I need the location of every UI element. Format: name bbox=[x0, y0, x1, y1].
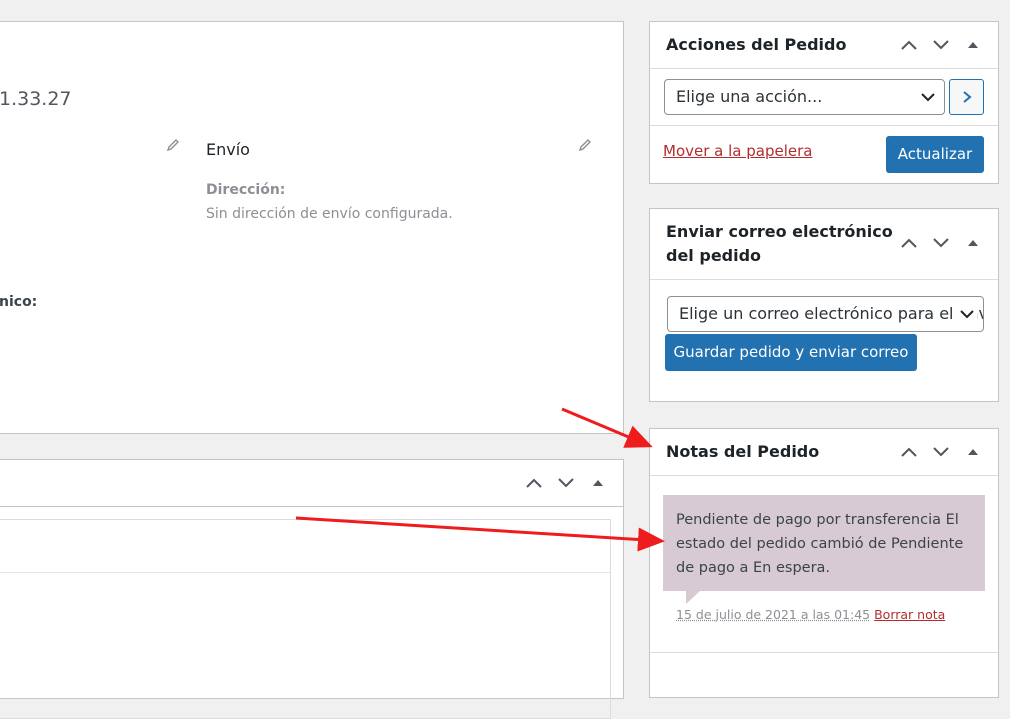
order-number: 1.33.27 bbox=[0, 88, 72, 110]
order-notes-title: Notas del Pedido bbox=[666, 442, 820, 461]
apply-action-button[interactable] bbox=[949, 79, 984, 115]
update-order-button[interactable]: Actualizar bbox=[886, 136, 984, 173]
email-order-header: Enviar correo electrónico del pedido bbox=[650, 209, 998, 280]
move-up-icon[interactable] bbox=[896, 32, 922, 58]
items-table bbox=[0, 519, 611, 719]
email-template-select[interactable]: Elige un correo electrónico para el enví… bbox=[667, 296, 984, 332]
email-order-controls bbox=[896, 230, 986, 256]
collapse-toggle-icon[interactable] bbox=[960, 32, 986, 58]
email-order-title: Enviar correo electrónico del pedido bbox=[666, 220, 893, 268]
chevron-right-icon bbox=[962, 91, 972, 103]
order-actions-title: Acciones del Pedido bbox=[666, 35, 847, 54]
collapse-toggle-icon[interactable] bbox=[960, 230, 986, 256]
email-order-box: Enviar correo electrónico del pedido Eli… bbox=[649, 208, 999, 402]
order-note-content: Pendiente de pago por transferencia El e… bbox=[663, 495, 985, 591]
order-items-panel bbox=[0, 459, 624, 719]
move-down-icon[interactable] bbox=[928, 32, 954, 58]
shipping-address-label: Dirección: bbox=[206, 182, 286, 198]
edit-shipping-pencil-icon[interactable] bbox=[578, 137, 592, 152]
items-table-divider bbox=[0, 572, 610, 573]
order-notes-box: Notas del Pedido Pendiente de pago por t… bbox=[649, 428, 999, 698]
billing-email-label: nico: bbox=[0, 294, 38, 310]
email-template-select-value: Elige un correo electrónico para el enví… bbox=[679, 304, 984, 323]
move-down-icon[interactable] bbox=[553, 470, 579, 496]
note-date: 15 de julio de 2021 a las 01:45 bbox=[676, 607, 871, 622]
move-up-icon[interactable] bbox=[896, 230, 922, 256]
shipping-address-value: Sin dirección de envío configurada. bbox=[206, 206, 453, 222]
move-down-icon[interactable] bbox=[928, 439, 954, 465]
order-note-meta: 15 de julio de 2021 a las 01:45 Borrar n… bbox=[676, 607, 945, 622]
order-notes-controls bbox=[896, 439, 986, 465]
items-panel-controls bbox=[521, 470, 611, 496]
collapse-toggle-icon[interactable] bbox=[960, 439, 986, 465]
order-actions-box: Acciones del Pedido Elige una acción... … bbox=[649, 21, 999, 184]
email-order-title-line1: Enviar correo electrónico bbox=[666, 222, 893, 241]
move-up-icon[interactable] bbox=[896, 439, 922, 465]
delete-note-link[interactable]: Borrar nota bbox=[874, 607, 945, 622]
note-bubble-tail bbox=[686, 591, 700, 604]
order-action-select-value: Elige una acción... bbox=[676, 87, 823, 106]
notes-divider bbox=[650, 652, 998, 653]
email-order-title-line2: del pedido bbox=[666, 246, 762, 265]
shipping-section-title: Envío bbox=[206, 140, 250, 159]
order-action-select[interactable]: Elige una acción... bbox=[664, 79, 945, 115]
collapse-toggle-icon[interactable] bbox=[585, 470, 611, 496]
order-actions-controls bbox=[896, 32, 986, 58]
items-panel-header bbox=[0, 460, 623, 507]
actions-divider bbox=[650, 125, 998, 126]
order-notes-header: Notas del Pedido bbox=[650, 429, 998, 476]
chevron-down-icon bbox=[918, 80, 938, 114]
save-and-send-email-button[interactable]: Guardar pedido y enviar correo bbox=[665, 334, 917, 371]
edit-billing-pencil-icon[interactable] bbox=[166, 137, 180, 152]
move-down-icon[interactable] bbox=[928, 230, 954, 256]
order-data-panel: 1.33.27 Envío Dirección: Sin dirección d… bbox=[0, 21, 624, 434]
order-actions-header: Acciones del Pedido bbox=[650, 22, 998, 69]
move-to-trash-link[interactable]: Mover a la papelera bbox=[663, 142, 812, 160]
chevron-down-icon bbox=[957, 297, 977, 331]
move-up-icon[interactable] bbox=[521, 470, 547, 496]
